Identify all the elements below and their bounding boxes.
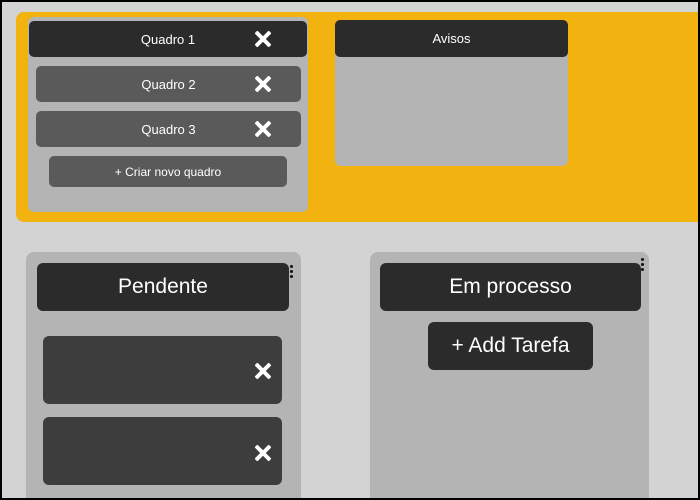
close-icon[interactable] (253, 74, 273, 94)
column-title-pending: Pendente (37, 263, 289, 311)
close-icon[interactable] (253, 361, 273, 381)
kebab-menu-icon[interactable] (640, 258, 646, 274)
notices-title: Avisos (335, 20, 568, 57)
add-task-button[interactable]: + Add Tarefa (428, 322, 593, 370)
task-card[interactable] (43, 417, 282, 485)
close-icon[interactable] (253, 29, 273, 49)
close-icon[interactable] (253, 119, 273, 139)
create-board-button[interactable]: + Criar novo quadro (49, 156, 287, 187)
close-icon[interactable] (253, 443, 273, 463)
task-card[interactable] (43, 336, 282, 404)
board-label: Quadro 2 (141, 76, 196, 92)
board-label: Quadro 3 (141, 121, 196, 137)
kebab-menu-icon[interactable] (289, 265, 295, 281)
column-title-in-progress: Em processo (380, 263, 641, 311)
app-frame: Quadro 1 Quadro 2 Quadro 3 + Criar novo … (0, 0, 700, 500)
board-label: Quadro 1 (140, 31, 196, 47)
